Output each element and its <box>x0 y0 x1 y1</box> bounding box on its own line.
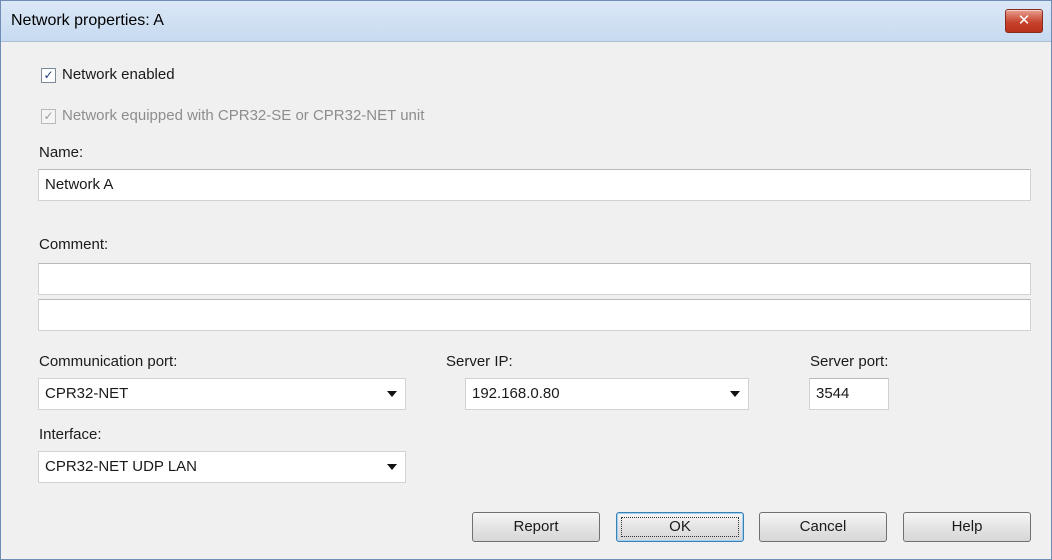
report-button[interactable]: Report <box>472 512 600 542</box>
cancel-button-label: Cancel <box>799 518 847 535</box>
report-button-label: Report <box>513 518 559 535</box>
server-ip-value: 192.168.0.80 <box>472 385 560 402</box>
server-ip-select[interactable]: 192.168.0.80 <box>465 378 749 410</box>
name-field-value: Network A <box>45 176 114 193</box>
name-label: Name: <box>39 144 84 161</box>
equipped-unit-checkbox: ✓ <box>41 109 56 124</box>
network-enabled-label[interactable]: Network enabled <box>62 66 175 83</box>
close-button[interactable]: ✕ <box>1005 9 1043 33</box>
focus-rectangle <box>621 517 739 537</box>
close-icon: ✕ <box>1017 12 1031 29</box>
server-port-field[interactable]: 3544 <box>809 378 889 410</box>
interface-label: Interface: <box>39 426 102 443</box>
dropdown-arrow-icon[interactable] <box>730 391 740 397</box>
title-bar[interactable]: Network properties: A ✕ <box>1 1 1051 42</box>
dropdown-arrow-icon[interactable] <box>387 391 397 397</box>
server-port-label: Server port: <box>810 353 889 370</box>
help-button[interactable]: Help <box>903 512 1031 542</box>
help-button-label: Help <box>951 518 983 535</box>
interface-select[interactable]: CPR32-NET UDP LAN <box>38 451 406 483</box>
checkmark-icon: ✓ <box>43 109 54 123</box>
server-ip-label: Server IP: <box>446 353 513 370</box>
comment-line2-field[interactable] <box>38 299 1031 331</box>
equipped-unit-label: Network equipped with CPR32-SE or CPR32-… <box>62 107 425 124</box>
ok-button[interactable]: OK <box>616 512 744 542</box>
cancel-button[interactable]: Cancel <box>759 512 887 542</box>
comment-line1-field[interactable] <box>38 263 1031 295</box>
server-port-value: 3544 <box>816 385 850 402</box>
dropdown-arrow-icon[interactable] <box>387 464 397 470</box>
interface-value: CPR32-NET UDP LAN <box>45 458 197 475</box>
comment-label: Comment: <box>39 236 109 253</box>
network-properties-dialog: Network properties: A ✕ ✓ Network enable… <box>0 0 1052 560</box>
network-enabled-checkbox[interactable]: ✓ <box>41 68 56 83</box>
communication-port-select[interactable]: CPR32-NET <box>38 378 406 410</box>
window-title: Network properties: A <box>11 12 164 29</box>
communication-port-label: Communication port: <box>39 353 178 370</box>
checkmark-icon: ✓ <box>43 68 54 82</box>
communication-port-value: CPR32-NET <box>45 385 129 402</box>
name-field[interactable]: Network A <box>38 169 1031 201</box>
